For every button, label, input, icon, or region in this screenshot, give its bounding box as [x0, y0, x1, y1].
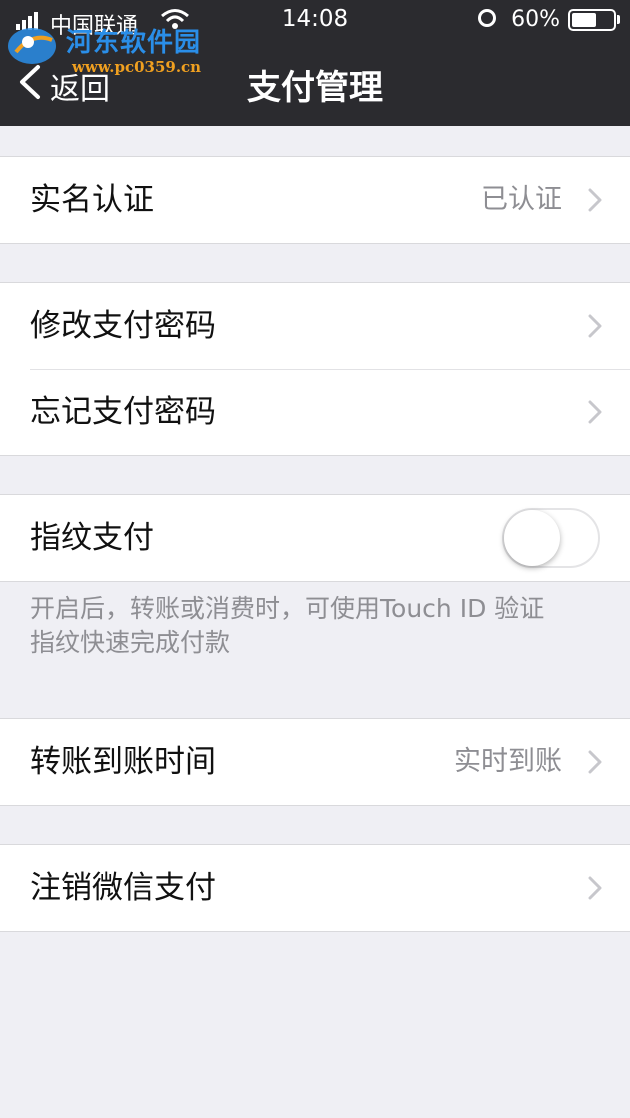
- alarm-icon: [478, 9, 496, 27]
- password-group: 修改支付密码 忘记支付密码: [0, 282, 630, 456]
- fingerprint-toggle[interactable]: [502, 508, 600, 568]
- change-password-label: 修改支付密码: [30, 308, 216, 344]
- change-password-row[interactable]: 修改支付密码: [0, 283, 630, 369]
- chevron-right-icon: [588, 314, 602, 338]
- transfer-time-label: 转账到账时间: [30, 744, 216, 780]
- verification-label: 实名认证: [30, 182, 154, 218]
- chevron-right-icon: [588, 400, 602, 424]
- fingerprint-label: 指纹支付: [30, 520, 154, 556]
- toggle-knob: [504, 510, 560, 566]
- fingerprint-group: 指纹支付: [0, 494, 630, 582]
- verification-status: 已认证: [481, 184, 562, 215]
- battery-icon: [568, 9, 616, 31]
- battery-fill: [572, 13, 596, 27]
- fingerprint-row: 指纹支付: [0, 495, 630, 581]
- close-wechat-pay-row[interactable]: 注销微信支付: [0, 845, 630, 931]
- verification-group: 实名认证 已认证: [0, 156, 630, 244]
- watermark-name: 河东软件园: [66, 28, 202, 58]
- transfer-time-row[interactable]: 转账到账时间 实时到账: [0, 719, 630, 805]
- fingerprint-note-line1: 开启后，转账或消费时，可使用Touch ID 验证: [30, 594, 545, 623]
- forgot-password-row[interactable]: 忘记支付密码: [0, 369, 630, 455]
- transfer-time-value: 实时到账: [454, 746, 562, 777]
- transfer-time-group: 转账到账时间 实时到账: [0, 718, 630, 806]
- fingerprint-note-line2: 指纹快速完成付款: [30, 628, 231, 657]
- chevron-right-icon: [588, 750, 602, 774]
- close-wechat-pay-group: 注销微信支付: [0, 844, 630, 932]
- fingerprint-note: 开启后，转账或消费时，可使用Touch ID 验证 指纹快速完成付款: [30, 592, 610, 660]
- battery-tip: [617, 15, 620, 24]
- chevron-right-icon: [588, 876, 602, 900]
- close-wechat-pay-label: 注销微信支付: [30, 870, 216, 906]
- page-title: 支付管理: [247, 68, 383, 108]
- navigation-bar: 中国联通 14:08 60% 河东软件园 www.pc0359.cn 返回 支付…: [0, 0, 630, 126]
- verification-row[interactable]: 实名认证 已认证: [0, 157, 630, 243]
- battery-percent: 60%: [511, 7, 560, 32]
- chevron-right-icon: [588, 188, 602, 212]
- forgot-password-label: 忘记支付密码: [30, 394, 216, 430]
